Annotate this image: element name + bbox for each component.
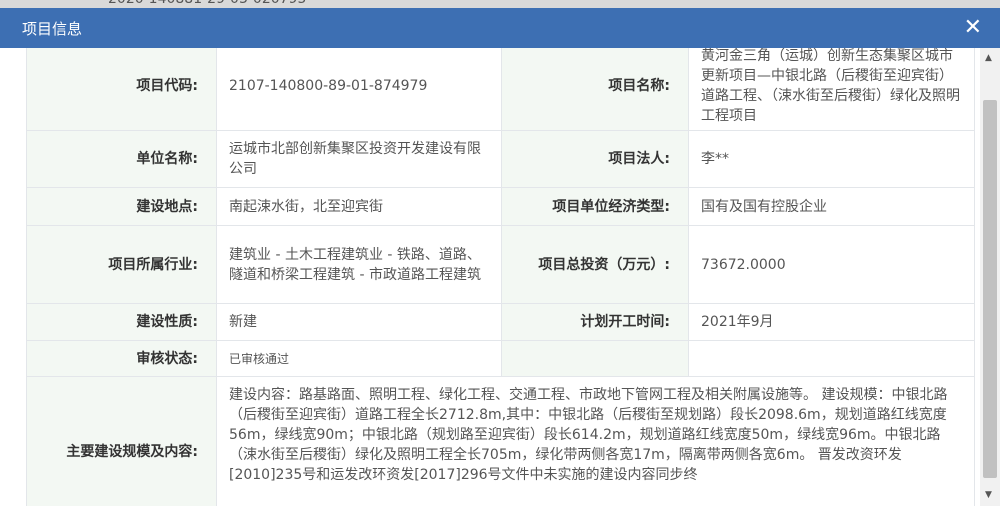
value-planned-start: 2021年9月 (688, 303, 975, 341)
label-legal-person: 项目法人: (501, 130, 689, 188)
value-project-name: 黄河金三角（运城）创新生态集聚区城市更新项目—中银北路（后稷街至迎宾街）道路工程… (688, 48, 975, 131)
background-page-strip: 2020-140881-29-03-020795 (0, 0, 1000, 8)
vertical-scrollbar[interactable]: ▲ ▼ (980, 48, 1000, 506)
scrollbar-thumb[interactable] (983, 100, 997, 478)
label-total-investment: 项目总投资（万元）: (501, 225, 689, 304)
close-icon[interactable]: ✕ (964, 17, 982, 39)
label-review-status: 审核状态: (26, 340, 217, 377)
info-table-wrapper: 项目代码: 2107-140800-89-01-874979 项目名称: 黄河金… (26, 48, 975, 506)
dialog-title: 项目信息 (22, 19, 83, 38)
value-construction-nature: 新建 (216, 303, 502, 341)
value-legal-person: 李** (688, 130, 975, 188)
value-economic-type: 国有及国有控股企业 (688, 187, 975, 226)
value-empty (688, 340, 975, 377)
table-row: 项目代码: 2107-140800-89-01-874979 项目名称: 黄河金… (26, 48, 975, 131)
label-empty (501, 340, 689, 377)
background-code-text: 2020-140881-29-03-020795 (108, 0, 306, 7)
scroll-up-icon[interactable]: ▲ (985, 53, 992, 63)
table-row: 主要建设规模及内容: 建设内容：路基路面、照明工程、绿化工程、交通工程、市政地下… (26, 376, 975, 506)
label-construction-nature: 建设性质: (26, 303, 217, 341)
table-row: 建设性质: 新建 计划开工时间: 2021年9月 (26, 303, 975, 341)
value-industry: 建筑业 - 土木工程建筑业 - 铁路、道路、隧道和桥梁工程建筑 - 市政道路工程… (216, 225, 502, 304)
table-row: 审核状态: 已审核通过 (26, 340, 975, 377)
dialog-body[interactable]: 项目代码: 2107-140800-89-01-874979 项目名称: 黄河金… (0, 48, 1000, 506)
value-location: 南起涑水街，北至迎宾街 (216, 187, 502, 226)
dialog-titlebar: 项目信息 ✕ (0, 8, 1000, 48)
table-row: 项目所属行业: 建筑业 - 土木工程建筑业 - 铁路、道路、隧道和桥梁工程建筑 … (26, 225, 975, 304)
value-unit-name: 运城市北部创新集聚区投资开发建设有限公司 (216, 130, 502, 188)
project-info-table: 项目代码: 2107-140800-89-01-874979 项目名称: 黄河金… (26, 48, 975, 506)
label-planned-start: 计划开工时间: (501, 303, 689, 341)
project-info-dialog: 项目信息 ✕ 项目代码: 2107-140800-89-01-874979 项目… (0, 8, 1000, 506)
label-main-scope: 主要建设规模及内容: (26, 376, 217, 506)
value-review-status: 已审核通过 (216, 340, 502, 377)
label-unit-name: 单位名称: (26, 130, 217, 188)
value-main-scope: 建设内容：路基路面、照明工程、绿化工程、交通工程、市政地下管网工程及相关附属设施… (216, 376, 975, 506)
label-project-code: 项目代码: (26, 48, 217, 131)
label-industry: 项目所属行业: (26, 225, 217, 304)
table-row: 单位名称: 运城市北部创新集聚区投资开发建设有限公司 项目法人: 李** (26, 130, 975, 188)
label-location: 建设地点: (26, 187, 217, 226)
scroll-down-icon[interactable]: ▼ (985, 490, 992, 500)
table-row: 建设地点: 南起涑水街，北至迎宾街 项目单位经济类型: 国有及国有控股企业 (26, 187, 975, 226)
value-project-code: 2107-140800-89-01-874979 (216, 48, 502, 131)
label-project-name: 项目名称: (501, 48, 689, 131)
label-economic-type: 项目单位经济类型: (501, 187, 689, 226)
value-total-investment: 73672.0000 (688, 225, 975, 304)
